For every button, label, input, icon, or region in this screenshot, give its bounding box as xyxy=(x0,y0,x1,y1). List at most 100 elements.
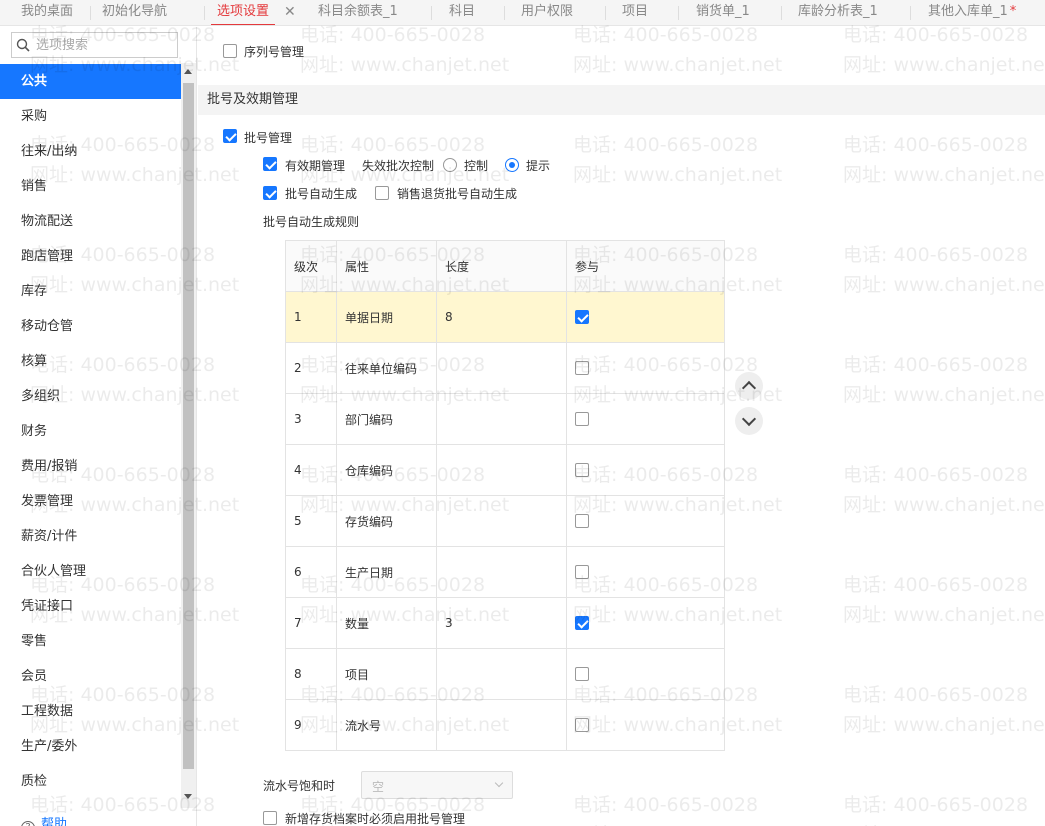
sidebar-item[interactable]: 往来/出纳 xyxy=(0,134,181,169)
tab-projects[interactable]: 项目 xyxy=(622,0,648,25)
new-inventory-batch-label: 新增存货档案时必须启用批号管理 xyxy=(285,812,466,826)
scroll-down-icon[interactable] xyxy=(184,794,192,799)
auto-batch-label: 批号自动生成 xyxy=(285,187,358,201)
join-checkbox[interactable] xyxy=(575,361,589,376)
table-row[interactable]: 4 仓库编码 xyxy=(285,444,725,496)
join-checkbox[interactable] xyxy=(575,310,589,325)
sidebar-item[interactable]: 物流配送 xyxy=(0,204,181,239)
tab-accounts[interactable]: 科目 xyxy=(449,0,475,25)
radio-prompt[interactable] xyxy=(505,158,519,172)
cell-length xyxy=(436,495,567,547)
tab-other-inbound[interactable]: 其他入库单_1 * xyxy=(928,0,1016,25)
scroll-up-icon[interactable] xyxy=(184,69,192,74)
cell-attribute: 单据日期 xyxy=(336,291,437,343)
col-length: 长度 xyxy=(436,240,567,292)
sidebar-item[interactable]: 核算 xyxy=(0,344,181,379)
new-inventory-batch-checkbox[interactable] xyxy=(263,811,277,825)
tab-options[interactable]: 选项设置 xyxy=(210,0,276,25)
tab-init-guide[interactable]: 初始化导航 xyxy=(102,0,167,25)
batch-rule-table: 级次 属性 长度 参与 1 单据日期 8 2 往来单位编码 3 部门编码 4 仓库编码 5 存货编码… xyxy=(285,240,725,751)
sidebar-item[interactable]: 公共 xyxy=(0,64,181,99)
sidebar-item[interactable]: 质检 xyxy=(0,764,181,799)
cell-length xyxy=(436,444,567,496)
tab-stock-age[interactable]: 库龄分析表_1 xyxy=(798,0,878,25)
tab-separator xyxy=(910,6,911,20)
table-row[interactable]: 2 往来单位编码 xyxy=(285,342,725,394)
tab-account-balance[interactable]: 科目余额表_1 xyxy=(318,0,398,25)
return-auto-batch-checkbox[interactable] xyxy=(375,186,389,200)
cell-level: 9 xyxy=(285,699,337,751)
sidebar-item[interactable]: 库存 xyxy=(0,274,181,309)
search-input[interactable] xyxy=(36,36,174,54)
cell-length xyxy=(436,546,567,598)
tab-separator xyxy=(204,6,205,20)
join-checkbox[interactable] xyxy=(575,565,589,580)
cell-length xyxy=(436,393,567,445)
sidebar-item[interactable]: 薪资/计件 xyxy=(0,519,181,554)
cell-level: 8 xyxy=(285,648,337,700)
cell-attribute: 仓库编码 xyxy=(336,444,437,496)
sidebar-item[interactable]: 发票管理 xyxy=(0,484,181,519)
cell-join xyxy=(566,699,725,751)
tab-label: 其他入库单_1 xyxy=(928,4,1008,19)
sidebar-item[interactable]: 跑店管理 xyxy=(0,239,181,274)
join-checkbox[interactable] xyxy=(575,412,589,427)
sidebar-item[interactable]: 销售 xyxy=(0,169,181,204)
move-down-button[interactable] xyxy=(735,407,763,435)
sidebar-item[interactable]: 凭证接口 xyxy=(0,589,181,624)
cell-join xyxy=(566,393,725,445)
table-row[interactable]: 6 生产日期 xyxy=(285,546,725,598)
join-checkbox[interactable] xyxy=(575,514,589,529)
sidebar-item[interactable]: 采购 xyxy=(0,99,181,134)
table-row[interactable]: 8 项目 xyxy=(285,648,725,700)
search-box xyxy=(11,32,178,58)
cell-attribute: 数量 xyxy=(336,597,437,649)
sidebar-item[interactable]: 生产/委外 xyxy=(0,729,181,764)
serial-mgmt-checkbox[interactable] xyxy=(223,44,237,58)
table-row[interactable]: 1 单据日期 8 xyxy=(285,291,725,343)
tab-user-permissions[interactable]: 用户权限 xyxy=(521,0,573,25)
serial-mgmt-label: 序列号管理 xyxy=(244,45,305,59)
validity-mgmt-checkbox[interactable] xyxy=(263,157,277,171)
sidebar-item[interactable]: 零售 xyxy=(0,624,181,659)
join-checkbox[interactable] xyxy=(575,616,589,631)
cell-attribute: 生产日期 xyxy=(336,546,437,598)
expired-control-label: 失效批次控制 xyxy=(362,159,435,173)
cell-length xyxy=(436,699,567,751)
cell-join xyxy=(566,597,725,649)
join-checkbox[interactable] xyxy=(575,463,589,478)
main-panel: 序列号管理 批号及效期管理 批号管理 有效期管理 失效批次控制 控制 提示 批号… xyxy=(198,27,1045,826)
chevron-down-icon xyxy=(494,778,504,788)
sidebar-scrollbar[interactable] xyxy=(181,63,196,808)
sidebar-item[interactable]: 财务 xyxy=(0,414,181,449)
help-link[interactable]: ? 帮助 xyxy=(21,813,67,826)
col-attribute: 属性 xyxy=(336,240,437,292)
table-row[interactable]: 3 部门编码 xyxy=(285,393,725,445)
move-up-button[interactable] xyxy=(735,372,763,400)
sidebar-item[interactable]: 移动仓管 xyxy=(0,309,181,344)
batch-mgmt-checkbox[interactable] xyxy=(223,129,237,143)
section-title: 批号及效期管理 xyxy=(198,85,1045,115)
cell-attribute: 部门编码 xyxy=(336,393,437,445)
table-row[interactable]: 9 流水号 xyxy=(285,699,725,751)
auto-batch-checkbox[interactable] xyxy=(263,186,277,200)
tab-separator xyxy=(431,6,432,20)
sidebar-item[interactable]: 合伙人管理 xyxy=(0,554,181,589)
table-row[interactable]: 7 数量 3 xyxy=(285,597,725,649)
scroll-thumb[interactable] xyxy=(183,83,194,769)
radio-control[interactable] xyxy=(443,158,457,172)
tab-sales-order[interactable]: 销货单_1 xyxy=(696,0,750,25)
tab-desktop[interactable]: 我的桌面 xyxy=(21,0,73,25)
join-checkbox[interactable] xyxy=(575,667,589,682)
serial-saturation-select[interactable]: 空 xyxy=(361,771,513,799)
sidebar-item[interactable]: 多组织 xyxy=(0,379,181,414)
close-icon[interactable]: ✕ xyxy=(284,0,296,24)
sidebar-item[interactable]: 工程数据 xyxy=(0,694,181,729)
sidebar-item[interactable]: 费用/报销 xyxy=(0,449,181,484)
table-row[interactable]: 5 存货编码 xyxy=(285,495,725,547)
join-checkbox[interactable] xyxy=(575,718,589,733)
cell-level: 7 xyxy=(285,597,337,649)
tab-separator xyxy=(504,6,505,20)
return-auto-batch-label: 销售退货批号自动生成 xyxy=(397,187,518,201)
sidebar-item[interactable]: 会员 xyxy=(0,659,181,694)
